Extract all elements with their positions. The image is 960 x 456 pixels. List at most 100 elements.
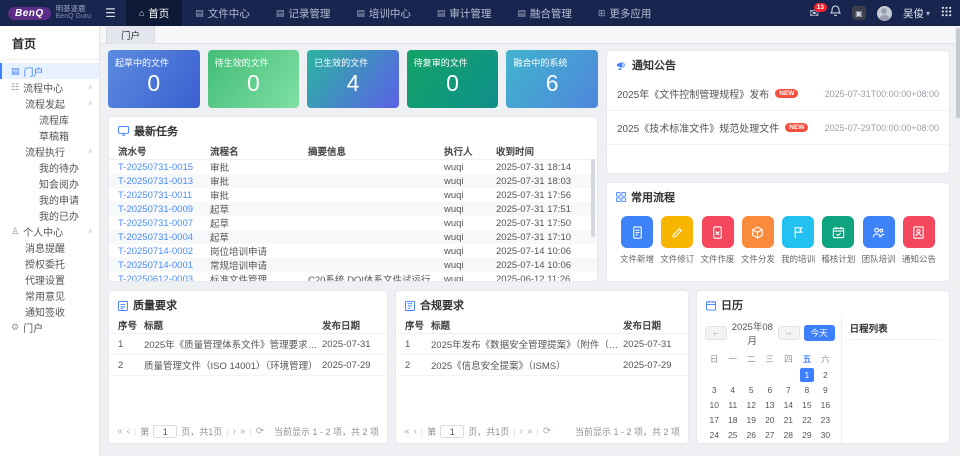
- task-serial-link[interactable]: T-20250731-0013: [118, 176, 210, 187]
- page-scrollbar-thumb[interactable]: [956, 28, 960, 118]
- table-row[interactable]: T-20250731-0004起草wuqi2025-07-31 17:10: [109, 230, 597, 244]
- day-cell[interactable]: 7: [779, 383, 798, 398]
- task-serial-link[interactable]: T-20250731-0009: [118, 204, 210, 215]
- sidebar-item-portal[interactable]: ▤门户: [0, 63, 99, 79]
- day-cell[interactable]: 24: [705, 428, 724, 443]
- user-avatar[interactable]: [877, 6, 892, 21]
- sidebar-item-proxy-settings[interactable]: 代理设置: [0, 271, 99, 287]
- table-row[interactable]: 12025年《质量管理体系文件》管理要求文件发布2025-07-31: [109, 334, 387, 355]
- today-button[interactable]: 今天: [804, 325, 835, 341]
- last-page-button[interactable]: »: [527, 426, 533, 437]
- sidebar-item-notice-sign[interactable]: 通知签收: [0, 303, 99, 319]
- nav-item-home[interactable]: ⌂首页: [126, 0, 182, 26]
- stat-card-review-files[interactable]: 待复审的文件0: [407, 50, 499, 108]
- sidebar-item-drafts[interactable]: 草稿箱: [0, 127, 99, 143]
- day-cell[interactable]: 12: [742, 398, 761, 413]
- user-menu[interactable]: 吴俊▾: [903, 6, 930, 21]
- task-serial-link[interactable]: T-20250731-0015: [118, 162, 210, 173]
- page-number-input[interactable]: [153, 425, 177, 438]
- stat-card-integrated-systems[interactable]: 融合中的系统6: [506, 50, 598, 108]
- task-serial-link[interactable]: T-20250731-0011: [118, 190, 210, 201]
- day-cell[interactable]: 15: [798, 398, 817, 413]
- table-row[interactable]: T-20250731-0013审批wuqi2025-07-31 18:03: [109, 174, 597, 188]
- quick-file-add[interactable]: 文件新增: [619, 216, 655, 265]
- calendar-prev-button[interactable]: ←: [705, 326, 727, 340]
- task-serial-link[interactable]: T-20250714-0002: [118, 246, 210, 257]
- day-cell[interactable]: 10: [705, 398, 724, 413]
- nav-item-audit[interactable]: ▤审计管理: [424, 0, 505, 26]
- table-row[interactable]: 12025年发布《数据安全管理提案》（附件（适用文件））2025-07-31: [396, 334, 688, 355]
- nav-item-integration[interactable]: ▤融合管理: [504, 0, 585, 26]
- day-cell[interactable]: 9: [816, 383, 835, 398]
- sidebar-item-my-requests[interactable]: 我的申请: [0, 191, 99, 207]
- day-cell[interactable]: 8: [798, 383, 817, 398]
- day-cell[interactable]: 13: [761, 398, 780, 413]
- day-cell[interactable]: 29: [798, 428, 817, 443]
- table-row[interactable]: T-20250731-0011审批wuqi2025-07-31 17:56: [109, 188, 597, 202]
- nav-item-training[interactable]: ▤培训中心: [343, 0, 424, 26]
- calendar-next-button[interactable]: →: [778, 326, 800, 340]
- sidebar-item-delegation[interactable]: 授权委托: [0, 255, 99, 271]
- next-page-button[interactable]: ›: [233, 426, 236, 437]
- day-cell[interactable]: 11: [724, 398, 743, 413]
- quick-file-distribute[interactable]: 文件分发: [740, 216, 776, 265]
- quick-file-void[interactable]: 文件作废: [700, 216, 736, 265]
- notice-item[interactable]: 2025年《文件控制管理规程》发布NEW2025-07-31T00:00:00+…: [607, 77, 949, 111]
- quick-file-revise[interactable]: 文件修订: [659, 216, 695, 265]
- day-cell[interactable]: 14: [779, 398, 798, 413]
- quick-audit-plan[interactable]: 稽核计划: [820, 216, 856, 265]
- sidebar-group-process-exec[interactable]: 流程执行∧: [0, 143, 99, 159]
- day-cell[interactable]: 5: [742, 383, 761, 398]
- nav-item-file-center[interactable]: ▤文件中心: [182, 0, 263, 26]
- notification-bell-icon[interactable]: [830, 4, 841, 22]
- stat-card-drafting-files[interactable]: 起草中的文件0: [108, 50, 200, 108]
- first-page-button[interactable]: «: [117, 426, 123, 437]
- day-cell[interactable]: 2: [816, 368, 835, 383]
- task-serial-link[interactable]: T-20250612-0003: [118, 274, 210, 283]
- sidebar-item-my-todo[interactable]: 我的待办: [0, 159, 99, 175]
- collapse-arrow-icon[interactable]: ∧: [88, 99, 93, 107]
- day-cell[interactable]: 19: [742, 413, 761, 428]
- workbench-icon[interactable]: ▣: [852, 6, 866, 20]
- refresh-icon[interactable]: ⟳: [256, 426, 264, 437]
- prev-page-button[interactable]: ‹: [127, 426, 130, 437]
- day-cell[interactable]: 25: [724, 428, 743, 443]
- day-cell[interactable]: 6: [761, 383, 780, 398]
- task-serial-link[interactable]: T-20250731-0004: [118, 232, 210, 243]
- day-cell-selected[interactable]: 1: [800, 368, 814, 382]
- sidebar-item-cc-read[interactable]: 知会阅办: [0, 175, 99, 191]
- sidebar-item-portal-settings[interactable]: ⚙门户: [0, 319, 99, 335]
- task-serial-link[interactable]: T-20250714-0001: [118, 260, 210, 271]
- day-cell[interactable]: 23: [816, 413, 835, 428]
- day-cell[interactable]: 30: [816, 428, 835, 443]
- day-cell[interactable]: 26: [742, 428, 761, 443]
- collapse-arrow-icon[interactable]: ∧: [88, 227, 93, 235]
- tab-portal[interactable]: 门户: [106, 26, 155, 43]
- table-row[interactable]: T-20250731-0007起草wuqi2025-07-31 17:50: [109, 216, 597, 230]
- table-row[interactable]: T-20250612-0003标准文件管理C20系统 DOI体系文件试运行wuq…: [109, 272, 597, 282]
- sidebar-item-message-reminder[interactable]: 消息提醒: [0, 239, 99, 255]
- day-cell[interactable]: 27: [761, 428, 780, 443]
- sidebar-group-process-start[interactable]: 流程发起∧: [0, 95, 99, 111]
- table-row[interactable]: T-20250731-0015审批wuqi2025-07-31 18:14: [109, 160, 597, 174]
- last-page-button[interactable]: »: [240, 426, 246, 437]
- next-page-button[interactable]: ›: [520, 426, 523, 437]
- app-grid-icon[interactable]: [941, 4, 952, 22]
- table-row[interactable]: 2质量管理文件（ISO 14001）（环境管理）2025-07-29: [109, 355, 387, 376]
- refresh-icon[interactable]: ⟳: [543, 426, 551, 437]
- task-serial-link[interactable]: T-20250731-0007: [118, 218, 210, 229]
- stat-card-effective-files[interactable]: 已生效的文件4: [307, 50, 399, 108]
- day-cell[interactable]: 20: [761, 413, 780, 428]
- sidebar-item-process-library[interactable]: 流程库: [0, 111, 99, 127]
- table-row[interactable]: 22025《信息安全提案》（ISMS）2025-07-29: [396, 355, 688, 376]
- notice-item[interactable]: 2025《技术标准文件》规范处理文件NEW2025-07-29T00:00:00…: [607, 111, 949, 145]
- day-cell[interactable]: 28: [779, 428, 798, 443]
- hamburger-menu-icon[interactable]: ☰: [105, 6, 116, 20]
- table-row[interactable]: T-20250714-0001常规培训申请wuqi2025-07-14 10:0…: [109, 258, 597, 272]
- day-cell[interactable]: 16: [816, 398, 835, 413]
- nav-item-more-apps[interactable]: ⊞更多应用: [585, 0, 665, 26]
- day-cell[interactable]: 17: [705, 413, 724, 428]
- quick-team-training[interactable]: 团队培训: [861, 216, 897, 265]
- sidebar-group-process-center[interactable]: ☷流程中心∧: [0, 79, 99, 95]
- nav-item-records[interactable]: ▤记录管理: [263, 0, 344, 26]
